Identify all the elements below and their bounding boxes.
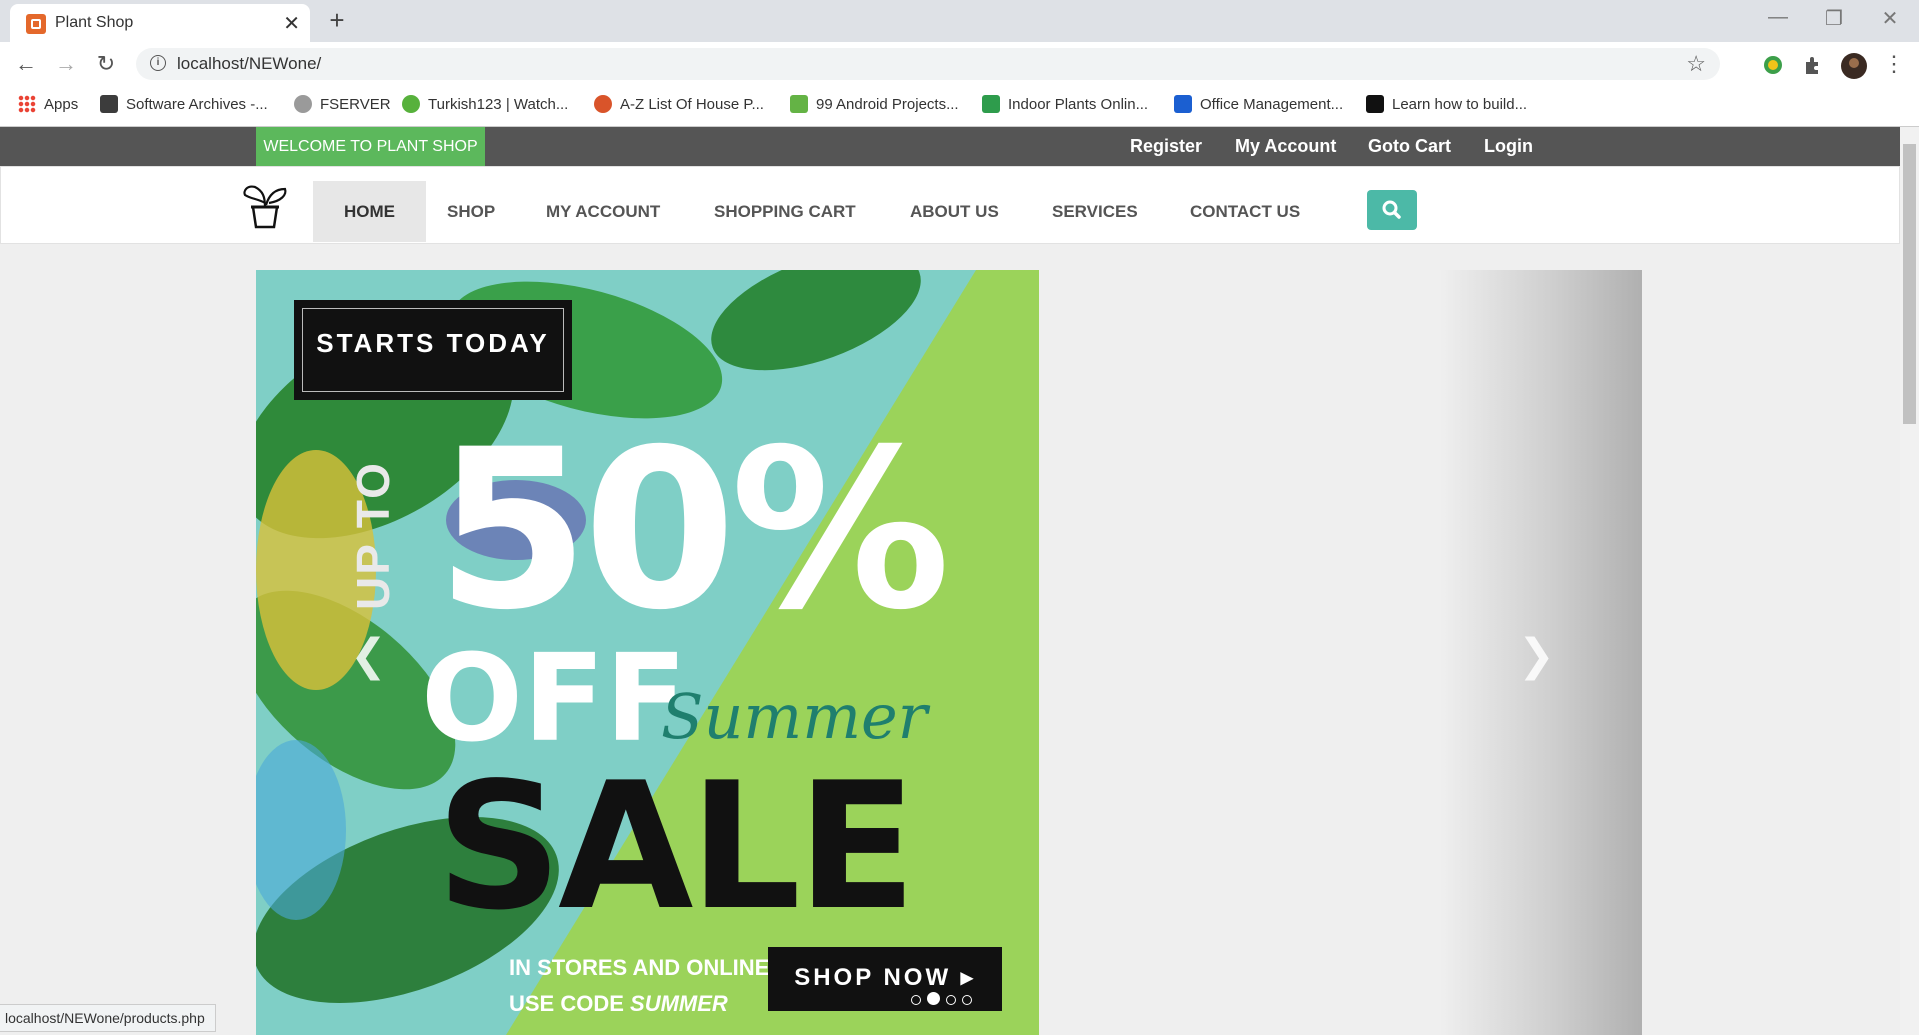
browser-tabstrip: Plant Shop ✕ + — ❐ ✕ bbox=[0, 0, 1919, 42]
promo-lines: IN STORES AND ONLINE USE CODE SUMMER bbox=[509, 950, 769, 1022]
nav-contact-us[interactable]: CONTACT US bbox=[1159, 181, 1331, 242]
info-icon[interactable]: i bbox=[150, 55, 166, 71]
close-tab-icon[interactable]: ✕ bbox=[283, 11, 300, 36]
scrollbar-thumb[interactable] bbox=[1903, 144, 1916, 424]
summer-script-text: Summer bbox=[661, 680, 928, 753]
carousel-dot-2[interactable] bbox=[927, 992, 940, 1005]
bookmark-label: Office Management... bbox=[1200, 96, 1344, 113]
extensions-puzzle-icon[interactable] bbox=[1802, 54, 1824, 76]
leaf-icon bbox=[594, 95, 612, 113]
promo-code-prefix: USE CODE bbox=[509, 991, 631, 1016]
extension-globe-icon[interactable] bbox=[1762, 54, 1784, 76]
browser-tab[interactable]: Plant Shop ✕ bbox=[10, 4, 310, 42]
bookmark-label: A-Z List Of House P... bbox=[620, 96, 764, 113]
off-text: OFF bbox=[421, 630, 687, 769]
status-url: localhost/NEWone/products.php bbox=[0, 1004, 216, 1032]
plant-pot-logo-icon[interactable] bbox=[239, 181, 291, 229]
address-bar[interactable]: i localhost/NEWone/ ☆ bbox=[136, 48, 1720, 80]
welcome-badge: WELCOME TO PLANT SHOP bbox=[256, 127, 485, 166]
apps-grid-icon bbox=[18, 95, 36, 113]
profile-avatar[interactable] bbox=[1840, 52, 1868, 80]
f-icon bbox=[1174, 95, 1192, 113]
register-link[interactable]: Register bbox=[1130, 136, 1202, 157]
carousel-dot-1[interactable] bbox=[911, 995, 921, 1005]
main-nav: HOME SHOP MY ACCOUNT SHOPPING CART ABOUT… bbox=[0, 166, 1900, 244]
starts-today-badge: STARTS TODAY bbox=[294, 300, 572, 400]
g-icon bbox=[100, 95, 118, 113]
login-link[interactable]: Login bbox=[1484, 136, 1533, 157]
reload-icon[interactable]: ↻ bbox=[90, 48, 122, 80]
nav-my-account[interactable]: MY ACCOUNT bbox=[515, 181, 691, 242]
bookmark-office-management[interactable]: Office Management... bbox=[1174, 95, 1343, 113]
bookmark-learn-build[interactable]: Learn how to build... bbox=[1366, 95, 1527, 113]
browser-toolbar: ← → ↻ i localhost/NEWone/ ☆ ⋮ bbox=[0, 42, 1919, 86]
search-icon bbox=[1382, 200, 1401, 219]
nav-home[interactable]: HOME bbox=[313, 181, 426, 242]
starts-today-text: STARTS TODAY bbox=[302, 308, 564, 392]
carousel-indicators bbox=[911, 992, 978, 1010]
bookmark-star-icon[interactable]: ☆ bbox=[1686, 51, 1706, 77]
url-text[interactable]: localhost/NEWone/ bbox=[177, 54, 321, 74]
back-icon[interactable]: ← bbox=[10, 48, 42, 80]
bookmark-label: FSERVER bbox=[320, 96, 391, 113]
bookmark-software-archives[interactable]: Software Archives -... bbox=[100, 95, 268, 113]
carousel-dot-4[interactable] bbox=[962, 995, 972, 1005]
nav-services[interactable]: SERVICES bbox=[1021, 181, 1169, 242]
forward-icon[interactable]: → bbox=[50, 48, 82, 80]
android-icon bbox=[790, 95, 808, 113]
banner-carousel: STARTS TODAY UP TO 50% OFF Summer SALE I… bbox=[256, 270, 1642, 1035]
page-scrollbar[interactable] bbox=[1900, 127, 1919, 1035]
promo-line-2: USE CODE SUMMER bbox=[509, 986, 769, 1022]
goto-cart-link[interactable]: Goto Cart bbox=[1368, 136, 1451, 157]
bookmark-label: Learn how to build... bbox=[1392, 96, 1528, 113]
carousel-dot-3[interactable] bbox=[946, 995, 956, 1005]
menu-kebab-icon[interactable]: ⋮ bbox=[1878, 48, 1910, 80]
close-window-icon[interactable]: ✕ bbox=[1870, 6, 1910, 31]
bookmark-label: Apps bbox=[44, 96, 79, 113]
bookmark-house-plants[interactable]: A-Z List Of House P... bbox=[594, 95, 764, 113]
my-account-link[interactable]: My Account bbox=[1235, 136, 1336, 157]
bookmark-label: Software Archives -... bbox=[126, 96, 268, 113]
new-tab-button[interactable]: + bbox=[320, 4, 354, 38]
nav-shopping-cart[interactable]: SHOPPING CART bbox=[683, 181, 887, 242]
promo-line-1: IN STORES AND ONLINE bbox=[509, 955, 770, 980]
discount-percent: 50% bbox=[436, 402, 951, 658]
next-arrow-icon[interactable]: ❯ bbox=[1518, 630, 1555, 681]
globe-icon bbox=[294, 95, 312, 113]
medium-m-icon bbox=[1366, 95, 1384, 113]
tab-title: Plant Shop bbox=[55, 14, 134, 31]
bookmark-label: Indoor Plants Onlin... bbox=[1008, 96, 1149, 113]
nav-about-us[interactable]: ABOUT US bbox=[879, 181, 1030, 242]
bookmarks-bar: Apps Software Archives -... FSERVER Turk… bbox=[0, 86, 1919, 127]
bookmark-label: 99 Android Projects... bbox=[816, 96, 959, 113]
prev-arrow-icon[interactable]: ❮ bbox=[350, 630, 387, 681]
xampp-favicon-icon bbox=[26, 14, 46, 34]
bookmark-label: Turkish123 | Watch... bbox=[428, 96, 569, 113]
site-topbar: WELCOME TO PLANT SHOP Register My Accoun… bbox=[0, 127, 1900, 166]
sale-text: SALE bbox=[436, 746, 917, 949]
up-to-text: UP TO bbox=[347, 461, 399, 610]
minimize-icon[interactable]: — bbox=[1758, 6, 1798, 29]
bookmark-apps[interactable]: Apps bbox=[18, 95, 78, 113]
bookmark-indoor-plants[interactable]: Indoor Plants Onlin... bbox=[982, 95, 1148, 113]
restore-icon[interactable]: ❐ bbox=[1814, 6, 1854, 31]
bookmark-turkish123[interactable]: Turkish123 | Watch... bbox=[402, 95, 568, 113]
search-button[interactable] bbox=[1367, 190, 1417, 230]
play-icon bbox=[402, 95, 420, 113]
plant-icon bbox=[982, 95, 1000, 113]
promo-code: SUMMER bbox=[630, 991, 728, 1016]
nav-shop[interactable]: SHOP bbox=[416, 181, 526, 242]
bookmark-android-projects[interactable]: 99 Android Projects... bbox=[790, 95, 959, 113]
bookmark-fserver[interactable]: FSERVER bbox=[294, 95, 391, 113]
